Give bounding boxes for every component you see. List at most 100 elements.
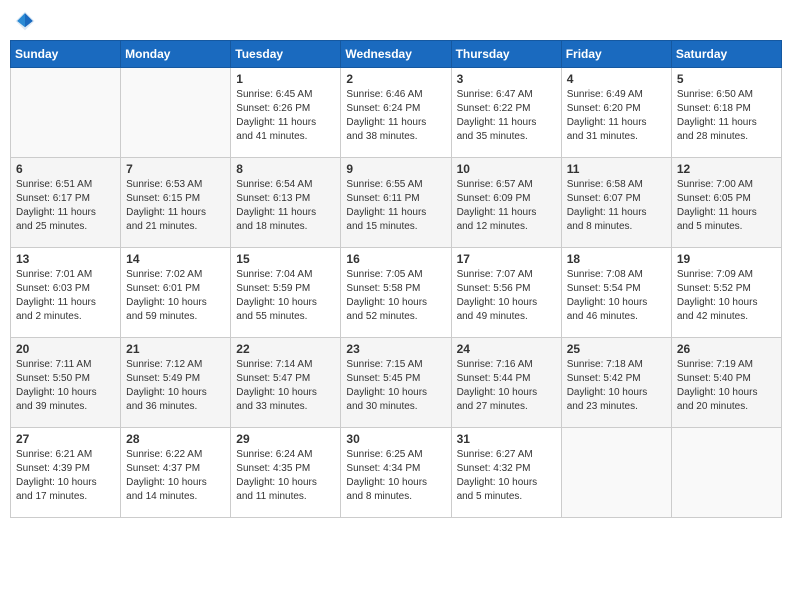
day-number: 3 bbox=[457, 72, 556, 86]
day-cell bbox=[11, 68, 121, 158]
day-detail: Sunrise: 6:24 AMSunset: 4:35 PMDaylight:… bbox=[236, 448, 335, 504]
day-number: 20 bbox=[16, 342, 115, 356]
day-cell bbox=[121, 68, 231, 158]
day-cell: 8 Sunrise: 6:54 AMSunset: 6:13 PMDaylight… bbox=[231, 158, 341, 248]
day-detail: Sunrise: 6:46 AMSunset: 6:24 PMDaylight:… bbox=[346, 88, 445, 144]
day-detail: Sunrise: 7:19 AMSunset: 5:40 PMDaylight:… bbox=[677, 358, 776, 414]
day-number: 11 bbox=[567, 162, 666, 176]
day-number: 9 bbox=[346, 162, 445, 176]
day-cell: 27 Sunrise: 6:21 AMSunset: 4:39 PMDayligh… bbox=[11, 428, 121, 518]
day-number: 17 bbox=[457, 252, 556, 266]
day-detail: Sunrise: 6:57 AMSunset: 6:09 PMDaylight:… bbox=[457, 178, 556, 234]
day-detail: Sunrise: 6:54 AMSunset: 6:13 PMDaylight:… bbox=[236, 178, 335, 234]
day-number: 30 bbox=[346, 432, 445, 446]
day-cell: 7 Sunrise: 6:53 AMSunset: 6:15 PMDaylight… bbox=[121, 158, 231, 248]
day-cell: 26 Sunrise: 7:19 AMSunset: 5:40 PMDayligh… bbox=[671, 338, 781, 428]
day-detail: Sunrise: 6:50 AMSunset: 6:18 PMDaylight:… bbox=[677, 88, 776, 144]
week-row-2: 6 Sunrise: 6:51 AMSunset: 6:17 PMDaylight… bbox=[11, 158, 782, 248]
weekday-header-sunday: Sunday bbox=[11, 41, 121, 68]
day-detail: Sunrise: 6:55 AMSunset: 6:11 PMDaylight:… bbox=[346, 178, 445, 234]
day-number: 10 bbox=[457, 162, 556, 176]
weekday-header-wednesday: Wednesday bbox=[341, 41, 451, 68]
day-cell: 19Sunrise: 7:09 AMSunset: 5:52 PMDayligh… bbox=[671, 248, 781, 338]
weekday-header-monday: Monday bbox=[121, 41, 231, 68]
day-cell: 16Sunrise: 7:05 AMSunset: 5:58 PMDayligh… bbox=[341, 248, 451, 338]
day-cell: 14 Sunrise: 7:02 AMSunset: 6:01 PMDayligh… bbox=[121, 248, 231, 338]
day-detail: Sunrise: 7:18 AMSunset: 5:42 PMDaylight:… bbox=[567, 358, 666, 414]
day-detail: Sunrise: 6:22 AMSunset: 4:37 PMDaylight:… bbox=[126, 448, 225, 504]
day-cell: 23Sunrise: 7:15 AMSunset: 5:45 PMDayligh… bbox=[341, 338, 451, 428]
day-detail: Sunrise: 7:02 AMSunset: 6:01 PMDaylight:… bbox=[126, 268, 225, 324]
day-number: 7 bbox=[126, 162, 225, 176]
day-detail: Sunrise: 6:49 AMSunset: 6:20 PMDaylight:… bbox=[567, 88, 666, 144]
day-detail: Sunrise: 7:00 AMSunset: 6:05 PMDaylight:… bbox=[677, 178, 776, 234]
logo-icon bbox=[14, 10, 36, 32]
day-detail: Sunrise: 7:04 AMSunset: 5:59 PMDaylight:… bbox=[236, 268, 335, 324]
weekday-header-row: SundayMondayTuesdayWednesdayThursdayFrid… bbox=[11, 41, 782, 68]
day-number: 2 bbox=[346, 72, 445, 86]
day-cell: 29Sunrise: 6:24 AMSunset: 4:35 PMDayligh… bbox=[231, 428, 341, 518]
day-cell: 24 Sunrise: 7:16 AMSunset: 5:44 PMDayligh… bbox=[451, 338, 561, 428]
day-detail: Sunrise: 7:05 AMSunset: 5:58 PMDaylight:… bbox=[346, 268, 445, 324]
day-detail: Sunrise: 7:14 AMSunset: 5:47 PMDaylight:… bbox=[236, 358, 335, 414]
day-cell: 5 Sunrise: 6:50 AMSunset: 6:18 PMDaylight… bbox=[671, 68, 781, 158]
day-cell: 2 Sunrise: 6:46 AMSunset: 6:24 PMDaylight… bbox=[341, 68, 451, 158]
page-header bbox=[10, 10, 782, 32]
day-number: 31 bbox=[457, 432, 556, 446]
week-row-1: 1 Sunrise: 6:45 AMSunset: 6:26 PMDaylight… bbox=[11, 68, 782, 158]
day-number: 12 bbox=[677, 162, 776, 176]
day-cell: 31Sunrise: 6:27 AMSunset: 4:32 PMDayligh… bbox=[451, 428, 561, 518]
day-number: 4 bbox=[567, 72, 666, 86]
day-detail: Sunrise: 6:45 AMSunset: 6:26 PMDaylight:… bbox=[236, 88, 335, 144]
day-detail: Sunrise: 7:08 AMSunset: 5:54 PMDaylight:… bbox=[567, 268, 666, 324]
day-number: 26 bbox=[677, 342, 776, 356]
day-detail: Sunrise: 6:21 AMSunset: 4:39 PMDaylight:… bbox=[16, 448, 115, 504]
day-detail: Sunrise: 6:51 AMSunset: 6:17 PMDaylight:… bbox=[16, 178, 115, 234]
day-cell bbox=[671, 428, 781, 518]
day-number: 1 bbox=[236, 72, 335, 86]
day-detail: Sunrise: 7:16 AMSunset: 5:44 PMDaylight:… bbox=[457, 358, 556, 414]
day-detail: Sunrise: 7:11 AMSunset: 5:50 PMDaylight:… bbox=[16, 358, 115, 414]
day-cell: 10 Sunrise: 6:57 AMSunset: 6:09 PMDayligh… bbox=[451, 158, 561, 248]
week-row-4: 20 Sunrise: 7:11 AMSunset: 5:50 PMDayligh… bbox=[11, 338, 782, 428]
day-cell: 22Sunrise: 7:14 AMSunset: 5:47 PMDayligh… bbox=[231, 338, 341, 428]
day-cell: 15 Sunrise: 7:04 AMSunset: 5:59 PMDayligh… bbox=[231, 248, 341, 338]
day-number: 27 bbox=[16, 432, 115, 446]
day-number: 6 bbox=[16, 162, 115, 176]
day-number: 19 bbox=[677, 252, 776, 266]
calendar-table: SundayMondayTuesdayWednesdayThursdayFrid… bbox=[10, 40, 782, 518]
week-row-5: 27 Sunrise: 6:21 AMSunset: 4:39 PMDayligh… bbox=[11, 428, 782, 518]
day-cell: 18 Sunrise: 7:08 AMSunset: 5:54 PMDayligh… bbox=[561, 248, 671, 338]
day-number: 13 bbox=[16, 252, 115, 266]
day-detail: Sunrise: 6:25 AMSunset: 4:34 PMDaylight:… bbox=[346, 448, 445, 504]
day-number: 18 bbox=[567, 252, 666, 266]
day-cell: 25 Sunrise: 7:18 AMSunset: 5:42 PMDayligh… bbox=[561, 338, 671, 428]
day-cell: 17 Sunrise: 7:07 AMSunset: 5:56 PMDayligh… bbox=[451, 248, 561, 338]
day-number: 23 bbox=[346, 342, 445, 356]
week-row-3: 13 Sunrise: 7:01 AMSunset: 6:03 PMDayligh… bbox=[11, 248, 782, 338]
day-cell: 3Sunrise: 6:47 AMSunset: 6:22 PMDaylight… bbox=[451, 68, 561, 158]
day-number: 14 bbox=[126, 252, 225, 266]
day-number: 5 bbox=[677, 72, 776, 86]
day-detail: Sunrise: 7:07 AMSunset: 5:56 PMDaylight:… bbox=[457, 268, 556, 324]
day-number: 8 bbox=[236, 162, 335, 176]
day-detail: Sunrise: 7:12 AMSunset: 5:49 PMDaylight:… bbox=[126, 358, 225, 414]
day-cell: 9 Sunrise: 6:55 AMSunset: 6:11 PMDaylight… bbox=[341, 158, 451, 248]
day-number: 24 bbox=[457, 342, 556, 356]
day-number: 25 bbox=[567, 342, 666, 356]
day-number: 28 bbox=[126, 432, 225, 446]
day-cell: 1 Sunrise: 6:45 AMSunset: 6:26 PMDaylight… bbox=[231, 68, 341, 158]
weekday-header-friday: Friday bbox=[561, 41, 671, 68]
day-cell bbox=[561, 428, 671, 518]
day-cell: 13 Sunrise: 7:01 AMSunset: 6:03 PMDayligh… bbox=[11, 248, 121, 338]
day-cell: 6 Sunrise: 6:51 AMSunset: 6:17 PMDaylight… bbox=[11, 158, 121, 248]
day-cell: 20 Sunrise: 7:11 AMSunset: 5:50 PMDayligh… bbox=[11, 338, 121, 428]
day-cell: 11 Sunrise: 6:58 AMSunset: 6:07 PMDayligh… bbox=[561, 158, 671, 248]
day-cell: 12 Sunrise: 7:00 AMSunset: 6:05 PMDayligh… bbox=[671, 158, 781, 248]
day-detail: Sunrise: 7:01 AMSunset: 6:03 PMDaylight:… bbox=[16, 268, 115, 324]
day-number: 15 bbox=[236, 252, 335, 266]
day-detail: Sunrise: 6:58 AMSunset: 6:07 PMDaylight:… bbox=[567, 178, 666, 234]
logo bbox=[14, 10, 40, 32]
day-detail: Sunrise: 6:53 AMSunset: 6:15 PMDaylight:… bbox=[126, 178, 225, 234]
weekday-header-saturday: Saturday bbox=[671, 41, 781, 68]
